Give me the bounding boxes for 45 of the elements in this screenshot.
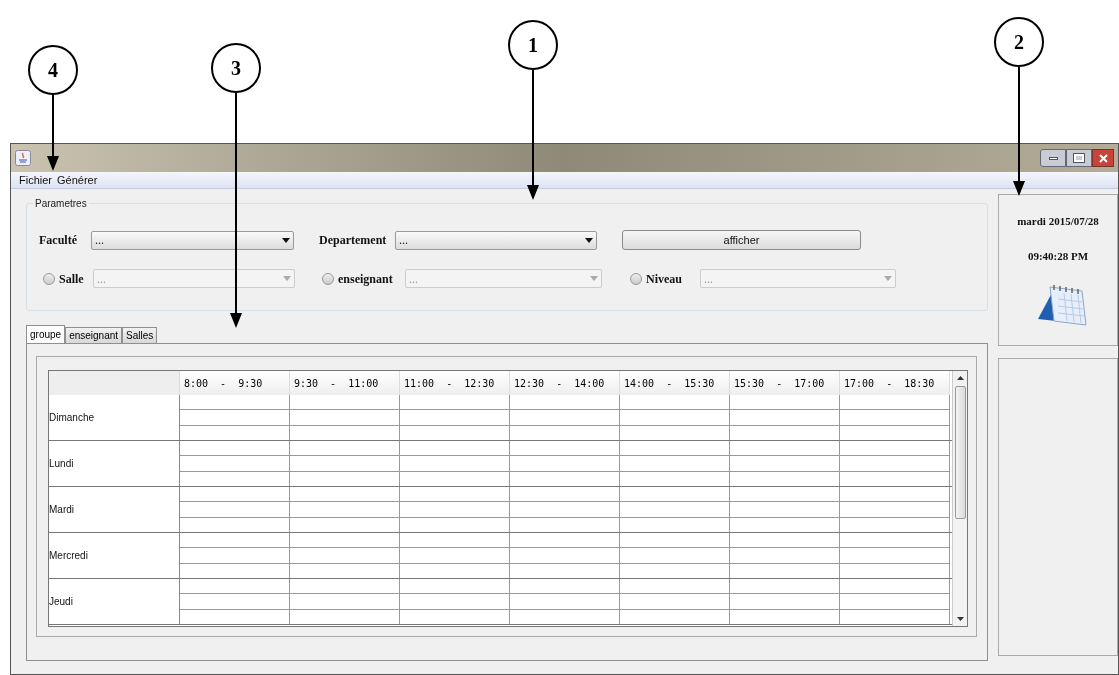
scroll-down-icon[interactable] <box>956 617 964 621</box>
field-label: Departement <box>319 232 388 249</box>
callout-number: 3 <box>211 43 261 93</box>
close-button[interactable] <box>1092 149 1114 167</box>
column-header: 15:30 - 17:00 <box>730 371 840 395</box>
field-label: enseignant <box>338 270 394 288</box>
menu-item[interactable]: Générer <box>57 171 98 189</box>
caret-icon <box>585 237 593 243</box>
menu-item[interactable]: Fichier <box>19 171 52 189</box>
column-header: 8:00 - 9:30 <box>180 371 290 395</box>
row-header: Jeudi <box>49 579 180 624</box>
caret-icon <box>282 237 290 243</box>
row-header: Mercredi <box>49 533 180 578</box>
dropdown[interactable]: ... <box>91 230 294 250</box>
scroll-thumb[interactable] <box>954 386 966 519</box>
caret-icon <box>590 276 598 281</box>
column-header: 9:30 - 11:00 <box>290 371 400 395</box>
field-label: Salle <box>59 270 85 288</box>
row-header: Dimanche <box>49 395 180 440</box>
time-label: 09:40:28 PM <box>1027 248 1089 264</box>
field-label: Faculté <box>39 232 78 249</box>
caret-icon <box>283 276 291 281</box>
row-header: Mardi <box>49 487 180 532</box>
callout-number: 4 <box>28 45 78 95</box>
scroll-up-icon[interactable] <box>956 376 964 380</box>
tab[interactable]: enseignant <box>65 327 123 343</box>
callout-number: 1 <box>508 20 558 70</box>
column-header: 14:00 - 15:30 <box>620 371 730 395</box>
caret-icon <box>884 276 892 281</box>
minimize-button[interactable] <box>1040 149 1066 167</box>
field-label: Niveau <box>646 270 683 288</box>
column-header: 11:00 - 12:30 <box>400 371 510 395</box>
tab[interactable]: groupe <box>26 325 66 343</box>
callout-number: 2 <box>994 17 1044 67</box>
dropdown[interactable]: ... <box>395 230 597 250</box>
date-label: mardi 2015/07/28 <box>1017 214 1099 229</box>
row-header: Lundi <box>49 441 180 486</box>
column-header: 17:00 - 18:30 <box>840 371 950 395</box>
scrollbar[interactable] <box>952 371 967 626</box>
maximize-button[interactable] <box>1066 149 1092 167</box>
tab[interactable]: Salles <box>122 327 158 343</box>
close-icon <box>1098 153 1108 163</box>
java-icon <box>15 150 31 166</box>
column-header: 12:30 - 14:00 <box>510 371 620 395</box>
afficher-button[interactable]: afficher <box>622 230 861 250</box>
